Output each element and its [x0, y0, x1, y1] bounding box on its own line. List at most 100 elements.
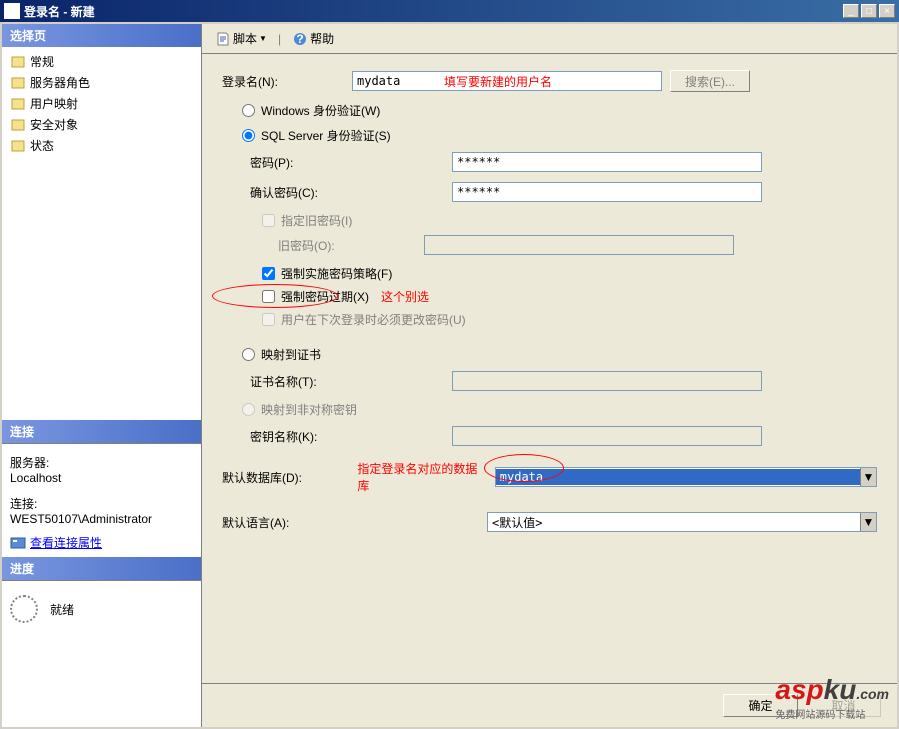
- password-input[interactable]: [452, 152, 762, 172]
- view-connection-properties-link[interactable]: 查看连接属性: [10, 534, 193, 551]
- chevron-down-icon[interactable]: ▼: [860, 468, 876, 486]
- properties-icon: [10, 535, 26, 551]
- script-label: 脚本: [233, 30, 257, 47]
- windows-auth-radio-row[interactable]: Windows 身份验证(W): [222, 102, 877, 119]
- enforce-policy-label: 强制实施密码策略(F): [281, 265, 392, 282]
- enforce-policy-row[interactable]: 强制实施密码策略(F): [222, 265, 877, 282]
- page-list: 常规 服务器角色 用户映射 安全对象 状态: [2, 47, 201, 420]
- close-button[interactable]: ×: [879, 4, 895, 18]
- toolbar-separator: |: [278, 32, 281, 46]
- sidebar-item-server-roles[interactable]: 服务器角色: [6, 72, 197, 93]
- default-lang-combo[interactable]: <默认值> ▼: [487, 512, 877, 532]
- chevron-down-icon[interactable]: ▼: [860, 513, 876, 531]
- map-asym-radio-row: 映射到非对称密钥: [222, 401, 877, 418]
- progress-spinner-icon: [10, 595, 38, 623]
- password-label: 密码(P):: [222, 154, 352, 171]
- specify-old-password-checkbox: [262, 214, 275, 227]
- default-db-combo[interactable]: mydata ▼: [495, 467, 877, 487]
- minimize-button[interactable]: _: [843, 4, 859, 18]
- sidebar-item-label: 常规: [30, 53, 54, 70]
- page-icon: [10, 75, 26, 91]
- main-container: 选择页 常规 服务器角色 用户映射 安全对象 状态: [0, 22, 899, 729]
- enforce-expiry-checkbox[interactable]: [262, 290, 275, 303]
- page-icon: [10, 96, 26, 112]
- watermark-brand1: asp: [775, 674, 823, 705]
- help-label: 帮助: [310, 30, 334, 47]
- server-label: 服务器:: [10, 454, 193, 471]
- sidebar-item-label: 用户映射: [30, 95, 78, 112]
- default-db-label: 默认数据库(D):: [222, 469, 349, 486]
- help-icon: ?: [292, 31, 308, 47]
- confirm-password-label: 确认密码(C):: [222, 184, 352, 201]
- sidebar-item-user-mapping[interactable]: 用户映射: [6, 93, 197, 114]
- watermark: aspku.com 免费网站源码下载站: [775, 674, 889, 721]
- script-icon: [215, 31, 231, 47]
- progress-status: 就绪: [50, 601, 74, 618]
- windows-auth-label: Windows 身份验证(W): [261, 102, 380, 119]
- pages-header: 选择页: [2, 24, 201, 47]
- sidebar-item-label: 状态: [30, 137, 54, 154]
- sidebar-item-label: 安全对象: [30, 116, 78, 133]
- expiry-annotation: 这个别选: [381, 288, 429, 305]
- specify-old-password-label: 指定旧密码(I): [281, 212, 352, 229]
- enforce-expiry-row[interactable]: 强制密码过期(X) 这个别选: [222, 288, 877, 305]
- map-cert-label: 映射到证书: [261, 346, 321, 363]
- enforce-expiry-label: 强制密码过期(X): [281, 288, 369, 305]
- login-name-input[interactable]: [352, 71, 662, 91]
- search-button[interactable]: 搜索(E)...: [670, 70, 750, 92]
- script-button[interactable]: 脚本 ▼: [208, 27, 274, 50]
- progress-section: 就绪: [2, 580, 201, 727]
- window-title: 登录名 - 新建: [24, 3, 843, 20]
- sidebar-item-general[interactable]: 常规: [6, 51, 197, 72]
- old-password-label: 旧密码(O):: [222, 237, 352, 254]
- map-cert-radio[interactable]: [242, 348, 255, 361]
- right-panel: 脚本 ▼ | ? 帮助 登录名(N): 填写要新建的用户名 搜索(E)... W…: [202, 24, 897, 727]
- specify-old-password-row: 指定旧密码(I): [222, 212, 877, 229]
- maximize-button[interactable]: □: [861, 4, 877, 18]
- map-cert-radio-row[interactable]: 映射到证书: [222, 346, 877, 363]
- sql-auth-radio[interactable]: [242, 129, 255, 142]
- form-area: 登录名(N): 填写要新建的用户名 搜索(E)... Windows 身份验证(…: [202, 54, 897, 683]
- connection-section: 服务器: Localhost 连接: WEST50107\Administrat…: [2, 443, 201, 557]
- sql-auth-radio-row[interactable]: SQL Server 身份验证(S): [222, 127, 877, 144]
- sidebar-item-label: 服务器角色: [30, 74, 90, 91]
- must-change-row: 用户在下次登录时必须更改密码(U): [222, 311, 877, 328]
- sql-auth-label: SQL Server 身份验证(S): [261, 127, 391, 144]
- map-asym-radio: [242, 403, 255, 416]
- login-name-label: 登录名(N):: [222, 73, 352, 90]
- must-change-checkbox: [262, 313, 275, 326]
- page-icon: [10, 54, 26, 70]
- svg-text:?: ?: [296, 32, 303, 46]
- must-change-label: 用户在下次登录时必须更改密码(U): [281, 311, 466, 328]
- default-lang-label: 默认语言(A):: [222, 514, 352, 531]
- titlebar: 登录名 - 新建 _ □ ×: [0, 0, 899, 22]
- sidebar-item-securables[interactable]: 安全对象: [6, 114, 197, 135]
- help-button[interactable]: ? 帮助: [285, 27, 341, 50]
- sidebar-item-status[interactable]: 状态: [6, 135, 197, 156]
- window-controls: _ □ ×: [843, 4, 895, 18]
- connection-header: 连接: [2, 420, 201, 443]
- confirm-password-input[interactable]: [452, 182, 762, 202]
- watermark-sub: 免费网站源码下载站: [775, 706, 889, 721]
- server-value: Localhost: [10, 471, 193, 485]
- db-annotation: 指定登录名对应的数据库: [357, 460, 486, 494]
- cert-name-label: 证书名称(T):: [222, 373, 352, 390]
- windows-auth-radio[interactable]: [242, 104, 255, 117]
- default-db-value: mydata: [496, 469, 860, 485]
- left-panel: 选择页 常规 服务器角色 用户映射 安全对象 状态: [2, 24, 202, 727]
- key-name-label: 密钥名称(K):: [222, 428, 352, 445]
- connection-value: WEST50107\Administrator: [10, 512, 193, 526]
- key-name-input: [452, 426, 762, 446]
- cert-name-input: [452, 371, 762, 391]
- map-asym-label: 映射到非对称密钥: [261, 401, 357, 418]
- view-props-text: 查看连接属性: [30, 534, 102, 551]
- page-icon: [10, 117, 26, 133]
- watermark-brand2: ku: [824, 674, 857, 705]
- default-lang-value: <默认值>: [488, 513, 860, 532]
- old-password-input: [424, 235, 734, 255]
- watermark-domain: .com: [856, 686, 889, 702]
- enforce-policy-checkbox[interactable]: [262, 267, 275, 280]
- toolbar: 脚本 ▼ | ? 帮助: [202, 24, 897, 54]
- connection-label: 连接:: [10, 495, 193, 512]
- progress-header: 进度: [2, 557, 201, 580]
